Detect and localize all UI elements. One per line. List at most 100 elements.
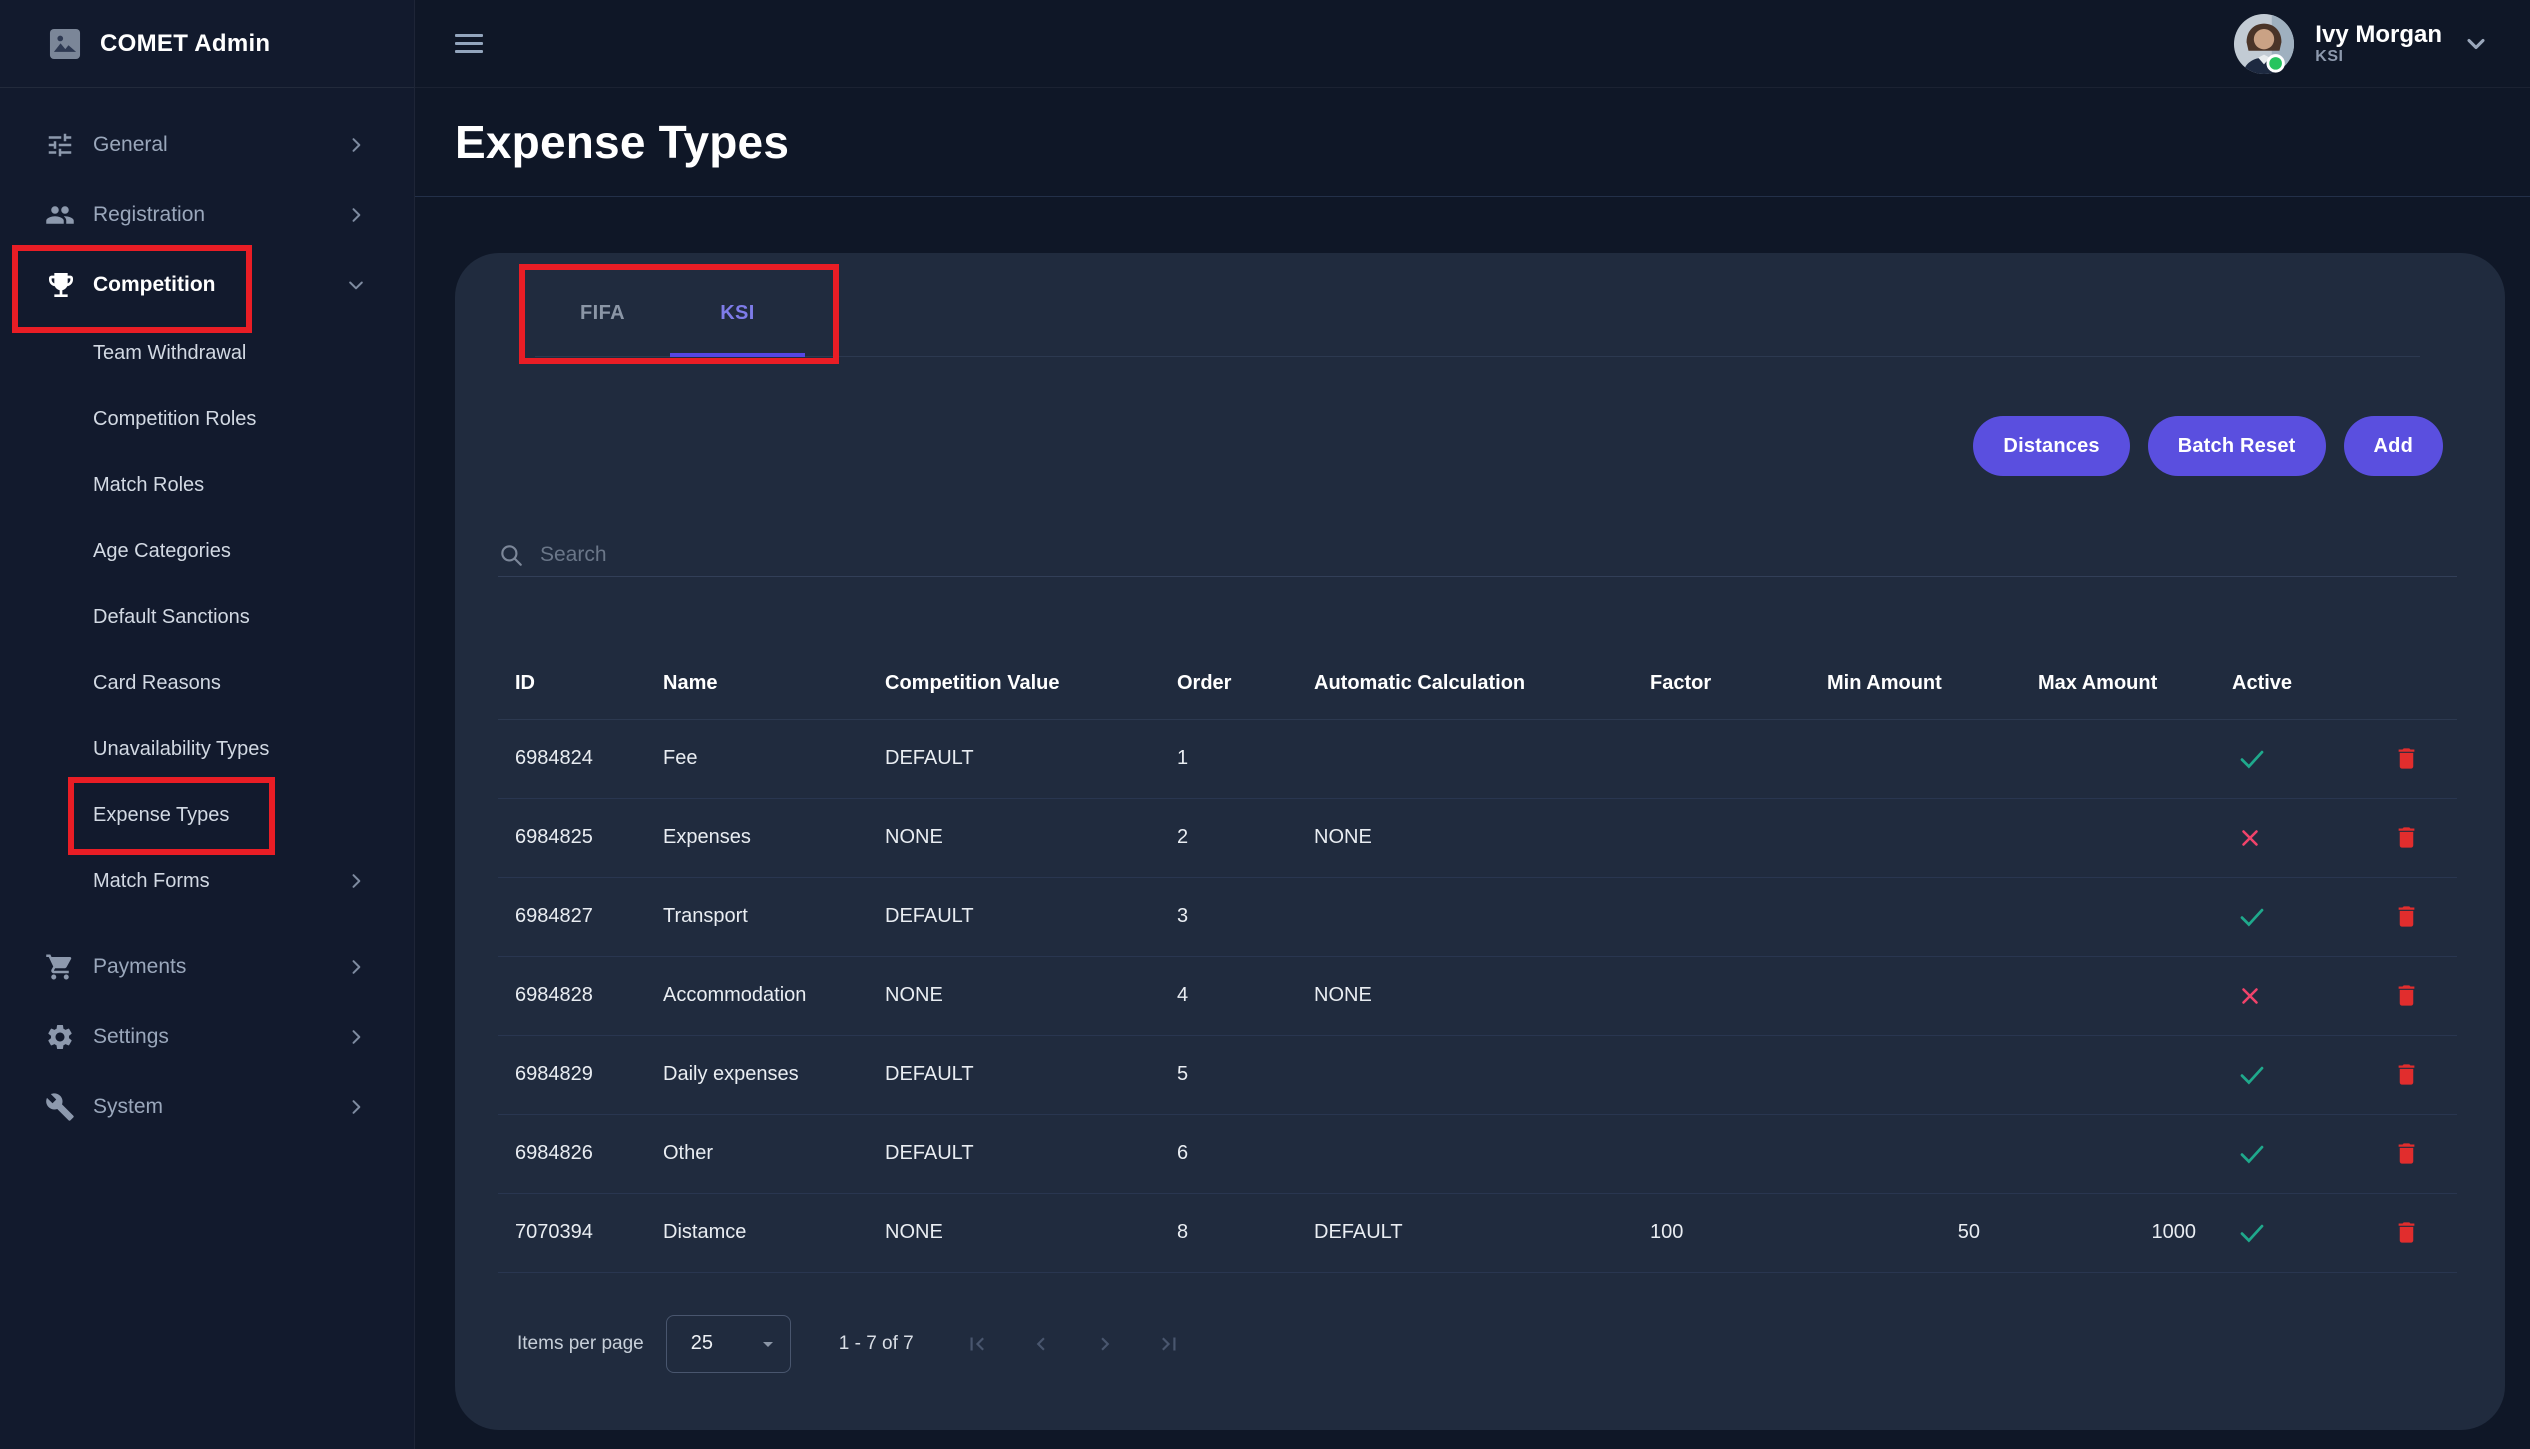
- cell-automatic_calculation: [1314, 877, 1650, 956]
- menu-hamburger-icon[interactable]: [455, 34, 483, 53]
- user-menu[interactable]: Ivy Morgan KSI: [2233, 13, 2490, 75]
- logo-row: COMET Admin: [0, 0, 414, 88]
- sidebar-item-team-withdrawal[interactable]: Team Withdrawal: [0, 320, 414, 386]
- table-body: 6984824FeeDEFAULT16984825ExpensesNONE2NO…: [498, 719, 2457, 1272]
- sidebar-item-label: Competition Roles: [93, 408, 256, 431]
- sidebar-item-match-forms[interactable]: Match Forms: [0, 848, 414, 914]
- cell-min_amount: [1827, 877, 2038, 956]
- sidebar-item-competition[interactable]: Competition: [0, 250, 414, 320]
- sidebar-item-label: Age Categories: [93, 540, 231, 563]
- previous-page-icon[interactable]: [1028, 1331, 1054, 1357]
- cell-name: Expenses: [663, 798, 885, 877]
- paginator: Items per page 25 1 - 7 of 7: [498, 1315, 2457, 1373]
- cell-competition_value: DEFAULT: [885, 877, 1177, 956]
- page-size-select[interactable]: 25: [666, 1315, 791, 1373]
- cell-factor: [1650, 956, 1827, 1035]
- cell-min_amount: [1827, 1114, 2038, 1193]
- trophy-icon: [45, 269, 81, 301]
- cell-actions: [2307, 719, 2457, 798]
- cell-factor: 100: [1650, 1193, 1827, 1272]
- sidebar-item-payments[interactable]: Payments: [0, 932, 414, 1002]
- app-window: COMET Admin General Registration Competiti…: [0, 0, 2530, 1449]
- app-title: COMET Admin: [100, 30, 270, 58]
- cell-competition_value: DEFAULT: [885, 1114, 1177, 1193]
- sidebar-item-unavailability-types[interactable]: Unavailability Types: [0, 716, 414, 782]
- cell-order: 1: [1177, 719, 1314, 798]
- sidebar-item-label: Unavailability Types: [93, 738, 269, 761]
- cell-competition_value: NONE: [885, 798, 1177, 877]
- active-check-icon: [2237, 1060, 2267, 1090]
- sidebar-item-registration[interactable]: Registration: [0, 180, 414, 250]
- delete-button[interactable]: [2393, 1061, 2420, 1088]
- sidebar-item-label: System: [93, 1095, 163, 1119]
- sidebar-item-match-roles[interactable]: Match Roles: [0, 452, 414, 518]
- cell-max_amount: [2038, 1035, 2232, 1114]
- actions-row: Distances Batch Reset Add: [455, 416, 2443, 476]
- sidebar-item-label: General: [93, 133, 168, 157]
- cell-competition_value: NONE: [885, 1193, 1177, 1272]
- active-check-icon: [2237, 1218, 2267, 1248]
- column-header: Order: [1177, 577, 1314, 719]
- next-page-icon[interactable]: [1092, 1331, 1118, 1357]
- search-bar: [498, 533, 2457, 577]
- sidebar-item-label: Expense Types: [93, 804, 229, 827]
- cell-order: 4: [1177, 956, 1314, 1035]
- sidebar-item-system[interactable]: System: [0, 1072, 414, 1142]
- main-area: Ivy Morgan KSI Expense Types FIFAKSI Dis…: [415, 0, 2530, 1449]
- add-button[interactable]: Add: [2344, 416, 2443, 476]
- distances-button[interactable]: Distances: [1973, 416, 2129, 476]
- topbar: Ivy Morgan KSI: [415, 0, 2530, 88]
- sidebar-item-competition-roles[interactable]: Competition Roles: [0, 386, 414, 452]
- cell-name: Fee: [663, 719, 885, 798]
- tab-ksi[interactable]: KSI: [670, 270, 805, 356]
- delete-button[interactable]: [2393, 1140, 2420, 1167]
- cell-automatic_calculation: NONE: [1314, 798, 1650, 877]
- first-page-icon[interactable]: [964, 1331, 990, 1357]
- delete-button[interactable]: [2393, 745, 2420, 772]
- batch-reset-button[interactable]: Batch Reset: [2148, 416, 2326, 476]
- user-org: KSI: [2315, 48, 2442, 66]
- sidebar-item-expense-types[interactable]: Expense Types: [0, 782, 414, 848]
- cell-active: [2232, 798, 2307, 877]
- search-input[interactable]: [540, 543, 2457, 567]
- sidebar-item-card-reasons[interactable]: Card Reasons: [0, 650, 414, 716]
- sidebar-item-default-sanctions[interactable]: Default Sanctions: [0, 584, 414, 650]
- cell-max_amount: [2038, 719, 2232, 798]
- cell-factor: [1650, 877, 1827, 956]
- gear-icon: [45, 1022, 81, 1052]
- cell-min_amount: 50: [1827, 1193, 2038, 1272]
- delete-button[interactable]: [2393, 1219, 2420, 1246]
- page-range-label: 1 - 7 of 7: [839, 1333, 914, 1355]
- cell-name: Other: [663, 1114, 885, 1193]
- cell-name: Accommodation: [663, 956, 885, 1035]
- cell-automatic_calculation: DEFAULT: [1314, 1193, 1650, 1272]
- column-header-actions: [2307, 577, 2457, 719]
- delete-button[interactable]: [2393, 824, 2420, 851]
- sidebar-item-label: Competition: [93, 273, 215, 297]
- table-row: 6984827TransportDEFAULT3: [498, 877, 2457, 956]
- cell-automatic_calculation: [1314, 719, 1650, 798]
- column-header: Max Amount: [2038, 577, 2232, 719]
- sidebar-item-label: Team Withdrawal: [93, 342, 246, 365]
- page-title: Expense Types: [455, 115, 789, 169]
- last-page-icon[interactable]: [1156, 1331, 1182, 1357]
- sidebar-item-label: Default Sanctions: [93, 606, 250, 629]
- trash-icon: [2393, 1219, 2420, 1246]
- delete-button[interactable]: [2393, 982, 2420, 1009]
- cell-order: 8: [1177, 1193, 1314, 1272]
- trash-icon: [2393, 982, 2420, 1009]
- delete-button[interactable]: [2393, 903, 2420, 930]
- cell-factor: [1650, 798, 1827, 877]
- sidebar-item-age-categories[interactable]: Age Categories: [0, 518, 414, 584]
- sidebar-item-settings[interactable]: Settings: [0, 1002, 414, 1072]
- sidebar-item-label: Match Forms: [93, 870, 210, 893]
- sidebar-item-label: Match Roles: [93, 474, 204, 497]
- tab-fifa[interactable]: FIFA: [535, 270, 670, 356]
- pager-buttons: [964, 1331, 1182, 1357]
- cell-factor: [1650, 719, 1827, 798]
- sidebar-item-general[interactable]: General: [0, 110, 414, 180]
- cell-actions: [2307, 1035, 2457, 1114]
- cart-icon: [45, 952, 81, 982]
- page-size-value: 25: [691, 1332, 713, 1355]
- cell-max_amount: 1000: [2038, 1193, 2232, 1272]
